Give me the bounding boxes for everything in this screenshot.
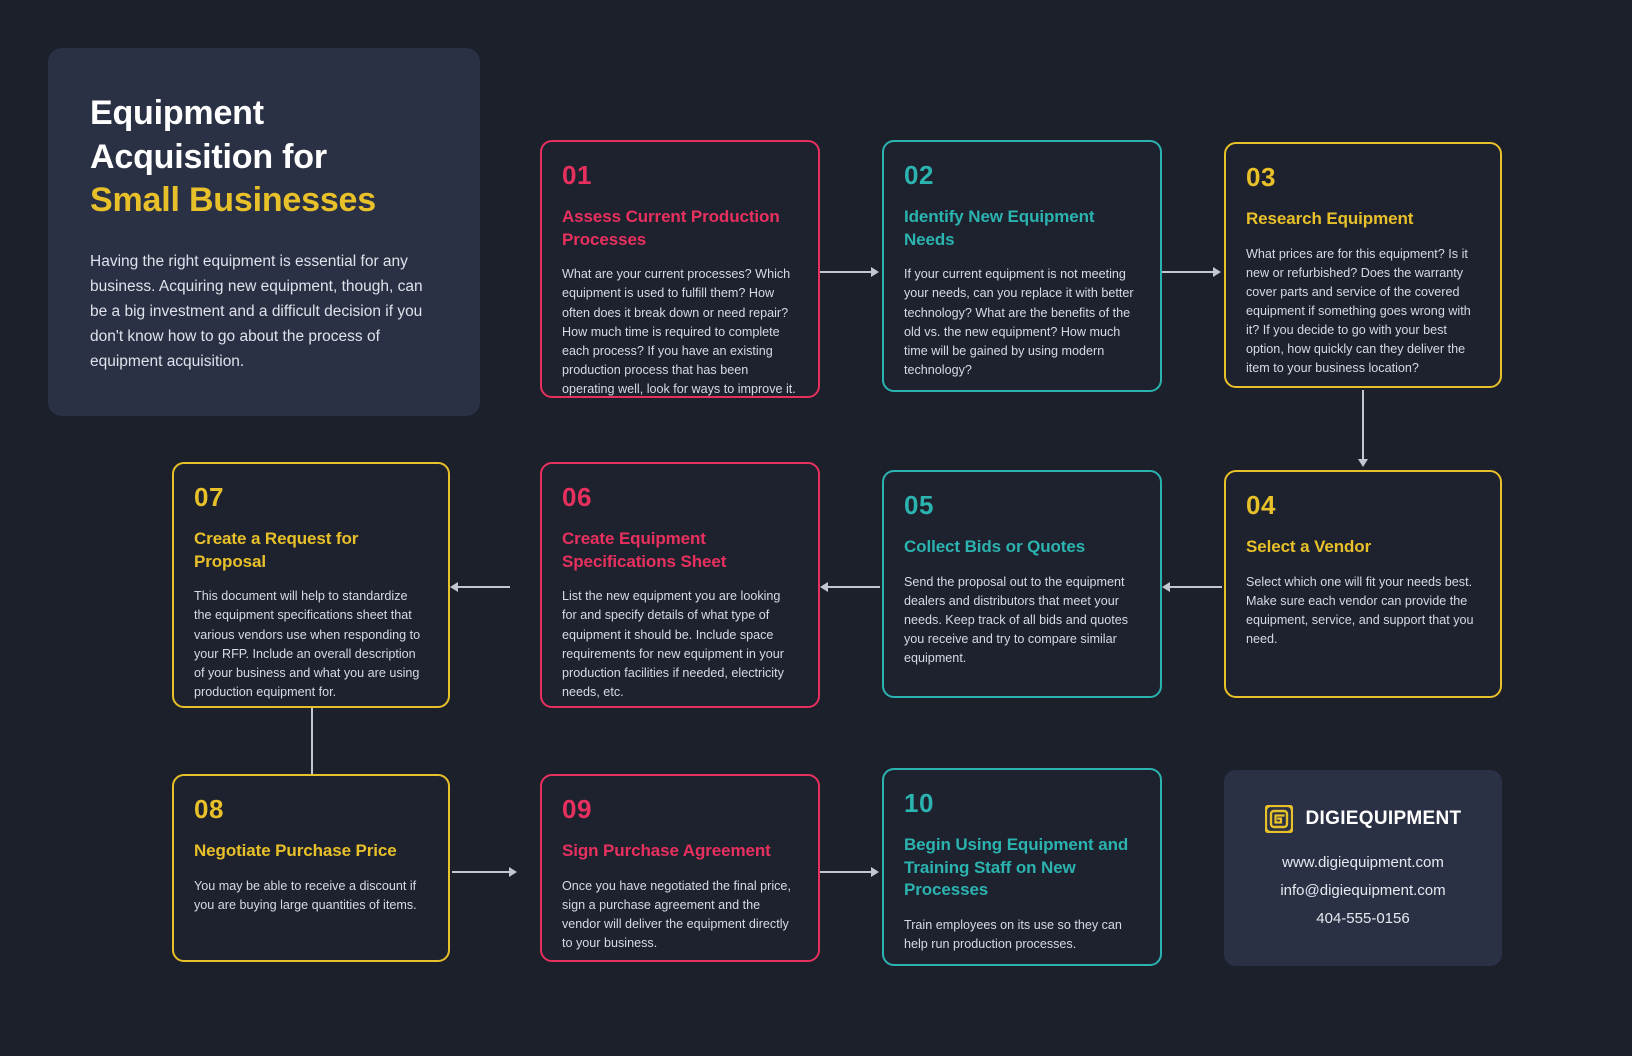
step-number: 10 <box>904 788 934 818</box>
brand-website[interactable]: www.digiequipment.com <box>1282 851 1444 875</box>
step-title: Create Equipment Specifications Sheet <box>562 529 727 571</box>
connector-09-to-10 <box>820 871 872 873</box>
step-body: What are your current processes? Which e… <box>562 267 796 397</box>
step-title: Assess Current Production Processes <box>562 207 780 249</box>
connector-02-to-03 <box>1162 271 1214 273</box>
title-accent-line: Small Businesses <box>90 181 376 220</box>
step-body: What prices are for this equipment? Is i… <box>1246 246 1471 376</box>
step-number: 02 <box>904 160 934 190</box>
arrowhead-03-to-04 <box>1358 459 1368 467</box>
step-body: List the new equipment you are looking f… <box>562 589 784 699</box>
step-title: Negotiate Purchase Price <box>194 841 397 860</box>
connector-03-to-04 <box>1362 390 1364 460</box>
step-card-04[interactable]: 04 Select a Vendor Select which one will… <box>1224 470 1502 698</box>
step-number: 01 <box>562 160 592 190</box>
step-card-05[interactable]: 05 Collect Bids or Quotes Send the propo… <box>882 470 1162 698</box>
connector-08-to-09 <box>452 871 510 873</box>
connector-05-to-06 <box>826 586 880 588</box>
step-title: Select a Vendor <box>1246 537 1372 556</box>
connector-06-to-07 <box>456 586 510 588</box>
step-title: Collect Bids or Quotes <box>904 537 1086 556</box>
step-number: 06 <box>562 482 592 512</box>
title-card: Equipment Acquisition for Small Business… <box>48 48 480 416</box>
step-title: Create a Request for Proposal <box>194 529 359 571</box>
arrowhead-05-to-06 <box>820 582 828 592</box>
step-card-06[interactable]: 06 Create Equipment Specifications Sheet… <box>540 462 820 708</box>
arrowhead-09-to-10 <box>871 867 879 877</box>
step-title: Research Equipment <box>1246 209 1414 228</box>
step-body: You may be able to receive a discount if… <box>194 878 417 912</box>
step-number: 04 <box>1246 490 1276 520</box>
step-card-03[interactable]: 03 Research Equipment What prices are fo… <box>1224 142 1502 388</box>
brand-contact-card: DIGIEQUIPMENT www.digiequipment.com info… <box>1224 770 1502 966</box>
step-number: 09 <box>562 794 592 824</box>
title-paragraph: Having the right equipment is essential … <box>90 252 423 370</box>
brand-email[interactable]: info@digiequipment.com <box>1280 879 1445 903</box>
step-number: 07 <box>194 482 224 512</box>
step-card-08[interactable]: 08 Negotiate Purchase Price You may be a… <box>172 774 450 962</box>
step-number: 05 <box>904 490 934 520</box>
step-number: 03 <box>1246 162 1276 192</box>
spiral-square-logo-icon <box>1263 804 1294 835</box>
step-body: Send the proposal out to the equipment d… <box>904 574 1129 666</box>
arrowhead-08-to-09 <box>509 867 517 877</box>
arrowhead-01-to-02 <box>871 267 879 277</box>
page-title: Equipment Acquisition for Small Business… <box>90 92 438 223</box>
step-card-09[interactable]: 09 Sign Purchase Agreement Once you have… <box>540 774 820 962</box>
step-body: Select which one will fit your needs bes… <box>1246 574 1474 647</box>
step-number: 08 <box>194 794 224 824</box>
step-card-01[interactable]: 01 Assess Current Production Processes W… <box>540 140 820 398</box>
brand-header: DIGIEQUIPMENT <box>1263 804 1462 835</box>
step-body: This document will help to standardize t… <box>194 589 421 699</box>
arrowhead-02-to-03 <box>1213 267 1221 277</box>
title-line-2: Acquisition for <box>90 137 327 176</box>
arrowhead-06-to-07 <box>450 582 458 592</box>
step-body: If your current equipment is not meeting… <box>904 267 1134 377</box>
arrowhead-04-to-05 <box>1162 582 1170 592</box>
step-card-02[interactable]: 02 Identify New Equipment Needs If your … <box>882 140 1162 392</box>
connector-07-to-08 <box>311 708 313 776</box>
step-body: Once you have negotiated the final price… <box>562 878 791 951</box>
step-card-07[interactable]: 07 Create a Request for Proposal This do… <box>172 462 450 708</box>
step-title: Begin Using Equipment and Training Staff… <box>904 835 1129 900</box>
step-card-10[interactable]: 10 Begin Using Equipment and Training St… <box>882 768 1162 966</box>
step-title: Identify New Equipment Needs <box>904 207 1095 249</box>
brand-phone[interactable]: 404-555-0156 <box>1316 907 1409 931</box>
step-body: Train employees on its use so they can h… <box>904 917 1122 951</box>
connector-04-to-05 <box>1168 586 1222 588</box>
step-title: Sign Purchase Agreement <box>562 841 771 860</box>
infographic-canvas: Equipment Acquisition for Small Business… <box>0 0 1632 1056</box>
title-line-1: Equipment <box>90 94 264 132</box>
connector-01-to-02 <box>820 271 872 273</box>
brand-name: DIGIEQUIPMENT <box>1305 808 1462 830</box>
